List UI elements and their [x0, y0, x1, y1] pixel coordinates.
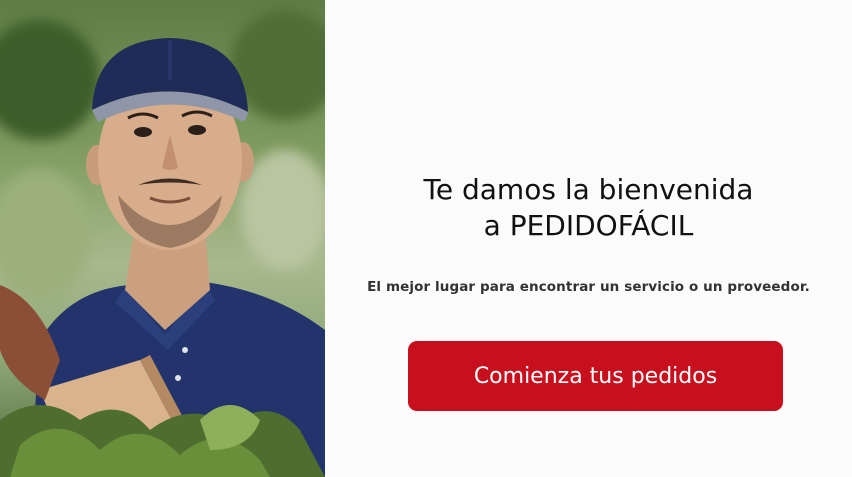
welcome-panel: Te damos la bienvenida a PEDIDOFÁCIL El …	[325, 0, 852, 477]
welcome-title-line1: Te damos la bienvenida	[423, 173, 754, 206]
welcome-title: Te damos la bienvenida a PEDIDOFÁCIL	[325, 172, 852, 244]
start-orders-button[interactable]: Comienza tus pedidos	[408, 341, 783, 411]
delivery-person-illustration	[0, 38, 325, 477]
welcome-title-line2: a PEDIDOFÁCIL	[483, 209, 694, 242]
welcome-subtitle: El mejor lugar para encontrar un servici…	[367, 279, 810, 295]
welcome-screen: Te damos la bienvenida a PEDIDOFÁCIL El …	[0, 0, 852, 477]
hero-image	[0, 0, 325, 477]
